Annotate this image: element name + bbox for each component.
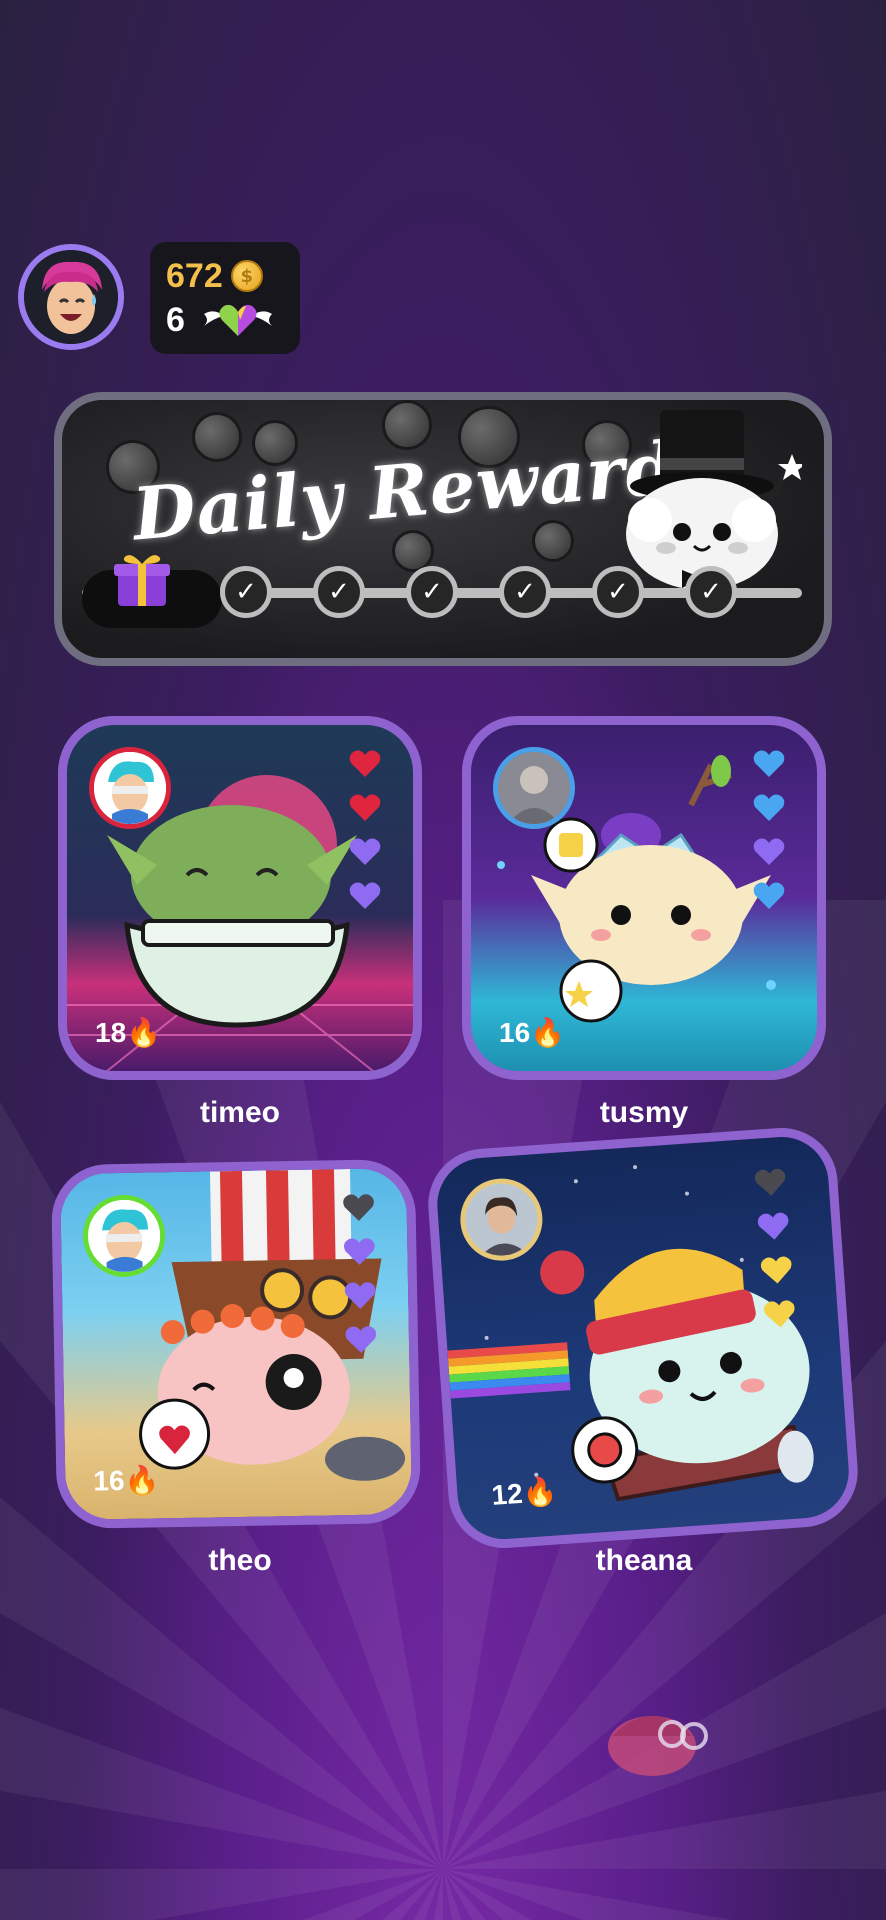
- friend-photo-icon: [462, 1181, 540, 1259]
- heart-icon: [343, 1238, 375, 1265]
- heart-icon: [754, 1168, 786, 1196]
- day-check-6: ✓: [685, 566, 737, 618]
- friend-photo-icon: [498, 752, 570, 824]
- friend-hearts: [340, 1188, 383, 1365]
- heart-count: 6: [166, 300, 185, 339]
- friend-hearts: [347, 745, 387, 921]
- daily-reward-banner[interactable]: Daily Reward ✓ ✓ ✓ ✓ ✓ ✓: [54, 392, 832, 666]
- currency-panel[interactable]: 672 $ 6: [150, 242, 300, 354]
- day-check-4: ✓: [499, 566, 551, 618]
- friend-name[interactable]: theo: [90, 1544, 390, 1578]
- heart-icon: [349, 838, 381, 865]
- heart-icon: [763, 1300, 795, 1328]
- heart-icon: [753, 794, 785, 821]
- heart-icon: [349, 794, 381, 821]
- day-check-2: ✓: [313, 566, 365, 618]
- friend-card-tusmy[interactable]: 16🔥: [462, 716, 826, 1080]
- friend-bitmoji-icon: [94, 752, 166, 824]
- heart-icon: [760, 1256, 792, 1284]
- heart-icon: [757, 1212, 789, 1240]
- friend-bitmoji-icon: [87, 1199, 161, 1273]
- friend-card-theana[interactable]: 12🔥: [424, 1124, 862, 1552]
- heart-icon: [349, 882, 381, 909]
- gift-box-icon: [114, 555, 170, 606]
- friend-avatar: [493, 747, 575, 829]
- day-check-1: ✓: [220, 566, 272, 618]
- heart-icon: [753, 838, 785, 865]
- coin-count: 672: [166, 256, 223, 295]
- coin-decoration: [532, 520, 574, 562]
- coin-row: 672 $: [166, 254, 284, 298]
- friend-hearts: [751, 745, 791, 921]
- day-check-5: ✓: [592, 566, 644, 618]
- friend-avatar: [89, 747, 171, 829]
- day-check-3: ✓: [406, 566, 458, 618]
- coin-icon: $: [230, 260, 263, 292]
- friend-card-theo[interactable]: 16🔥: [50, 1158, 422, 1530]
- heart-icon: [345, 1326, 377, 1353]
- heart-icon: [753, 750, 785, 777]
- friend-name[interactable]: timeo: [90, 1096, 390, 1130]
- streak-count: 12🔥: [490, 1475, 559, 1511]
- heart-icon: [349, 750, 381, 777]
- user-avatar-icon: [24, 250, 118, 344]
- peeking-mascot-icon[interactable]: [602, 1696, 712, 1776]
- heart-icon: [344, 1282, 376, 1309]
- friend-name[interactable]: tusmy: [494, 1096, 794, 1130]
- profile-avatar[interactable]: [18, 244, 124, 350]
- streak-count: 16🔥: [93, 1464, 160, 1497]
- heart-icon: [753, 882, 785, 909]
- coin-decoration: [192, 412, 242, 462]
- winged-heart-icon: [204, 304, 272, 336]
- friend-name[interactable]: theana: [494, 1544, 794, 1578]
- heart-row: 6: [166, 298, 284, 342]
- heart-icon: [343, 1194, 374, 1221]
- friend-card-timeo[interactable]: 18🔥: [58, 716, 422, 1080]
- streak-count: 18🔥: [95, 1017, 162, 1048]
- coin-decoration: [382, 400, 432, 450]
- streak-count: 16🔥: [499, 1017, 566, 1048]
